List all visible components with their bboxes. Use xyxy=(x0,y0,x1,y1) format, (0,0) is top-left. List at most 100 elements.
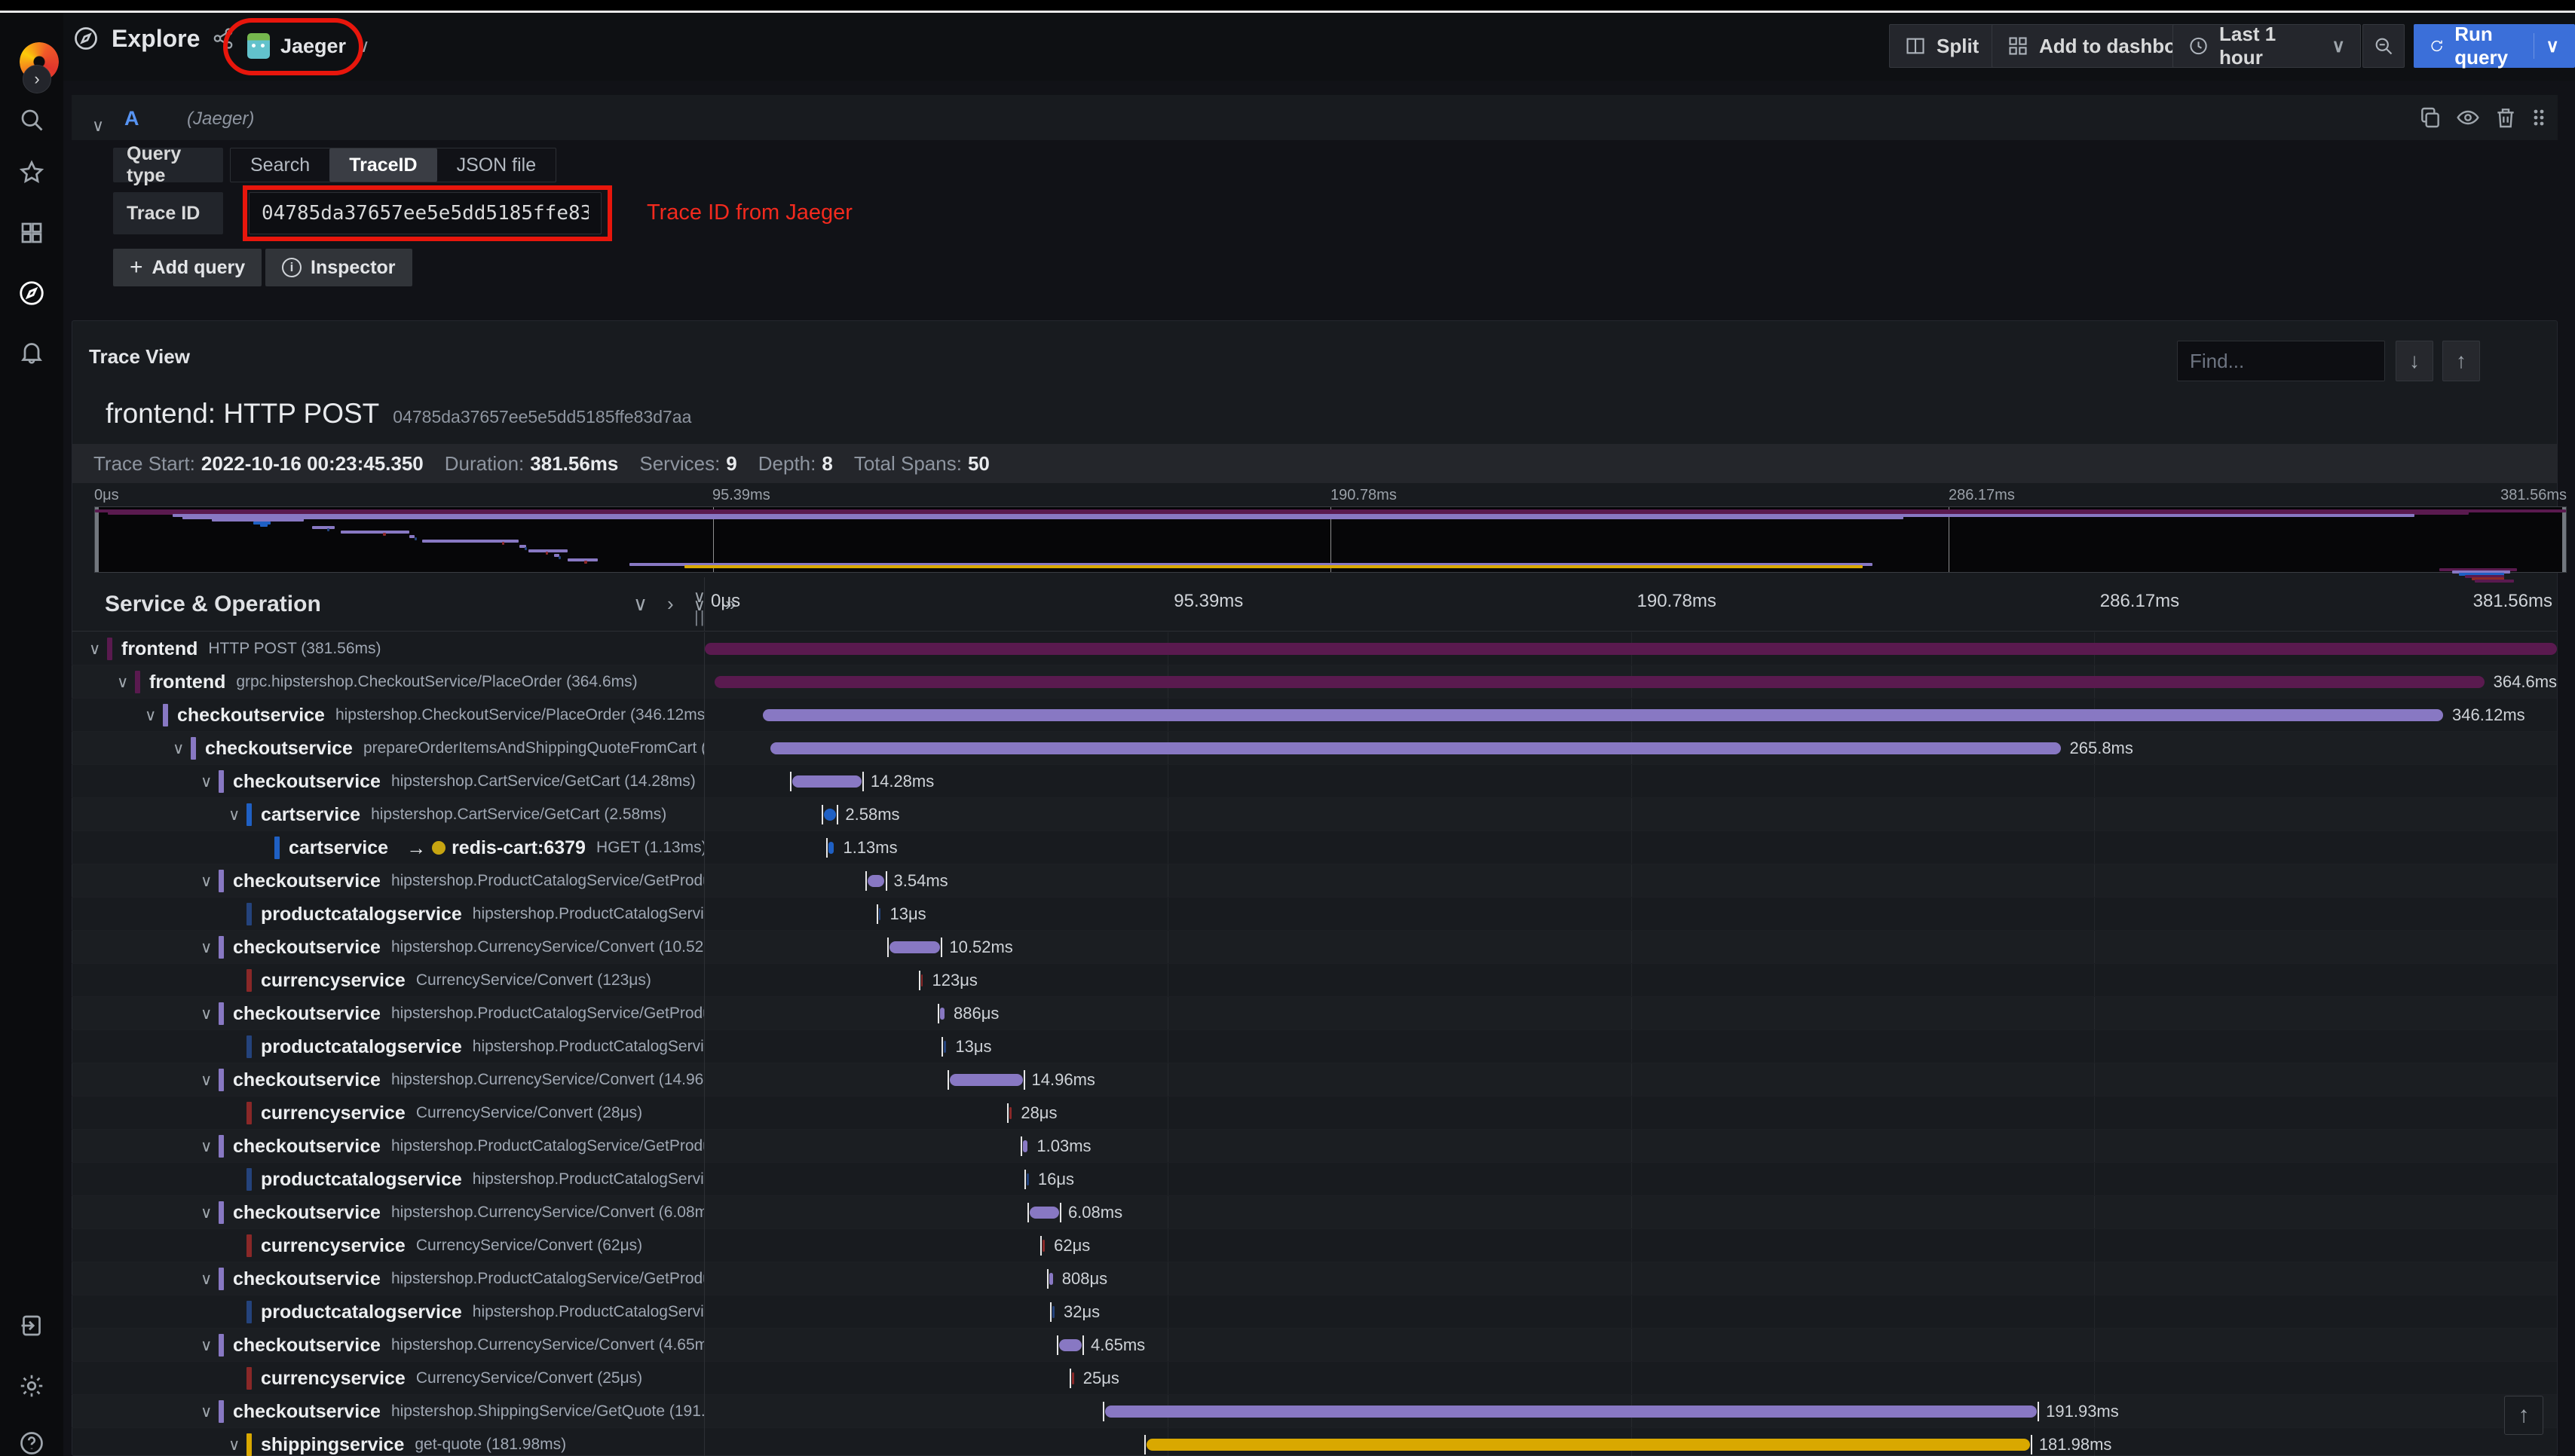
span-name-cell[interactable]: ∨ cartservice hipstershop.CartService/GetC… xyxy=(72,798,705,831)
drag-handle-icon[interactable] xyxy=(2527,106,2552,131)
span-timeline-cell[interactable]: 32μs xyxy=(705,1295,2557,1329)
span-name-cell[interactable]: ∨ checkoutservice prepareOrderItemsAndShip… xyxy=(72,732,705,765)
span-row[interactable]: ∨ checkoutservice hipstershop.CurrencyServ… xyxy=(72,1329,2557,1362)
span-name-cell[interactable]: ∨ shippingservice get-quote (181.98ms) xyxy=(72,1428,705,1456)
span-name-cell[interactable]: ∨ checkoutservice hipstershop.ShippingServ… xyxy=(72,1395,705,1428)
span-row[interactable]: ∨ checkoutservice prepareOrderItemsAndShip… xyxy=(72,732,2557,765)
span-timeline-cell[interactable]: 14.96ms xyxy=(705,1063,2557,1097)
span-name-cell[interactable]: ∨ checkoutservice hipstershop.CurrencyServ… xyxy=(72,931,705,964)
span-collapse-chevron-icon[interactable]: ∨ xyxy=(228,1436,246,1454)
span-duration-bar[interactable] xyxy=(1146,1439,2030,1451)
time-range-picker[interactable]: Last 1 hour ∨ xyxy=(2172,23,2361,69)
span-row[interactable]: ∨ checkoutservice hipstershop.CurrencyServ… xyxy=(72,931,2557,964)
scroll-to-top-button[interactable]: ↑ xyxy=(2504,1396,2543,1435)
span-duration-bar[interactable] xyxy=(889,941,941,953)
span-collapse-chevron-icon[interactable]: ∨ xyxy=(201,772,219,791)
span-name-cell[interactable]: productcatalogservice hipstershop.Product… xyxy=(72,1163,705,1196)
span-duration-bar[interactable] xyxy=(940,1008,945,1020)
span-duration-bar[interactable] xyxy=(878,908,881,920)
expand-one-icon[interactable]: › xyxy=(667,592,674,616)
tab-traceid[interactable]: TraceID xyxy=(329,148,437,182)
collapse-one-icon[interactable]: ∨ xyxy=(633,592,648,616)
span-name-cell[interactable]: cartservice → redis-cart:6379 HGET (1.13ms) xyxy=(72,831,705,864)
span-duration-bar[interactable] xyxy=(1009,1107,1012,1119)
find-input[interactable]: Find... xyxy=(2177,341,2385,381)
trace-id-input[interactable] xyxy=(249,192,602,234)
query-row-header[interactable] xyxy=(72,95,2558,140)
span-row[interactable]: currencyservice CurrencyService/Convert (… xyxy=(72,1229,2557,1262)
span-collapse-chevron-icon[interactable]: ∨ xyxy=(145,706,163,725)
span-timeline-cell[interactable]: 13μs xyxy=(705,1030,2557,1063)
split-button[interactable]: Split xyxy=(1889,24,1995,68)
span-row[interactable]: currencyservice CurrencyService/Convert (… xyxy=(72,1097,2557,1130)
span-row[interactable]: currencyservice CurrencyService/Convert (… xyxy=(72,1362,2557,1395)
span-name-cell[interactable]: ∨ frontend grpc.hipstershop.CheckoutServic… xyxy=(72,665,705,699)
span-timeline-cell[interactable]: 265.8ms xyxy=(705,732,2557,765)
span-row[interactable]: ∨ cartservice hipstershop.CartService/GetC… xyxy=(72,798,2557,831)
span-timeline-cell[interactable]: 28μs xyxy=(705,1097,2557,1130)
span-name-cell[interactable]: productcatalogservice hipstershop.Product… xyxy=(72,898,705,931)
span-name-cell[interactable]: ∨ checkoutservice hipstershop.ProductCatal… xyxy=(72,997,705,1030)
span-name-cell[interactable]: ∨ checkoutservice hipstershop.CartService/… xyxy=(72,765,705,798)
search-icon[interactable] xyxy=(17,105,47,135)
span-collapse-chevron-icon[interactable]: ∨ xyxy=(173,739,191,758)
inspector-button[interactable]: i Inspector xyxy=(265,249,412,286)
span-row[interactable]: ∨ checkoutservice hipstershop.CheckoutServ… xyxy=(72,699,2557,732)
span-duration-bar[interactable] xyxy=(1049,1273,1053,1285)
span-row[interactable]: ∨ frontend grpc.hipstershop.CheckoutServic… xyxy=(72,665,2557,699)
span-row[interactable]: ∨ checkoutservice hipstershop.CurrencyServ… xyxy=(72,1196,2557,1229)
span-duration-bar[interactable] xyxy=(1059,1339,1082,1351)
span-duration-bar[interactable] xyxy=(1029,1207,1059,1219)
query-ref-id[interactable]: A xyxy=(124,107,139,130)
span-timeline-cell[interactable]: 1.13ms xyxy=(705,831,2557,864)
span-row[interactable]: ∨ frontend HTTP POST (381.56ms) xyxy=(72,632,2557,665)
span-duration-bar[interactable] xyxy=(823,809,837,821)
span-row[interactable]: ∨ checkoutservice hipstershop.ShippingServ… xyxy=(72,1395,2557,1428)
span-name-cell[interactable]: productcatalogservice hipstershop.Product… xyxy=(72,1030,705,1063)
find-prev-button[interactable]: ↑ xyxy=(2442,341,2480,381)
tab-json-file[interactable]: JSON file xyxy=(437,148,556,182)
span-name-cell[interactable]: ∨ frontend HTTP POST (381.56ms) xyxy=(72,632,705,665)
minimap-drag-handle[interactable] xyxy=(2562,507,2566,572)
span-row[interactable]: ∨ checkoutservice hipstershop.CurrencyServ… xyxy=(72,1063,2557,1097)
span-timeline-cell[interactable]: 346.12ms xyxy=(705,699,2557,732)
span-timeline-cell[interactable]: 6.08ms xyxy=(705,1196,2557,1229)
span-name-cell[interactable]: productcatalogservice hipstershop.Product… xyxy=(72,1295,705,1329)
tab-search[interactable]: Search xyxy=(231,148,329,182)
datasource-picker[interactable]: Jaeger ∨ xyxy=(235,23,382,69)
span-timeline-cell[interactable]: 123μs xyxy=(705,964,2557,997)
span-timeline-cell[interactable] xyxy=(705,632,2557,665)
share-icon[interactable] xyxy=(212,27,234,50)
add-query-button[interactable]: + Add query xyxy=(113,249,262,286)
span-duration-bar[interactable] xyxy=(714,676,2485,688)
span-timeline-cell[interactable]: 181.98ms xyxy=(705,1428,2557,1456)
span-collapse-chevron-icon[interactable]: ∨ xyxy=(201,1137,219,1156)
span-duration-bar[interactable] xyxy=(1071,1372,1074,1384)
span-duration-bar[interactable] xyxy=(867,875,885,887)
span-timeline-cell[interactable]: 191.93ms xyxy=(705,1395,2557,1428)
span-collapse-chevron-icon[interactable]: ∨ xyxy=(201,1071,219,1090)
find-next-button[interactable]: ↓ xyxy=(2396,341,2433,381)
span-row[interactable]: productcatalogservice hipstershop.Product… xyxy=(72,898,2557,931)
span-timeline-cell[interactable]: 1.03ms xyxy=(705,1130,2557,1163)
span-name-cell[interactable]: ∨ checkoutservice hipstershop.CheckoutServ… xyxy=(72,699,705,732)
span-name-cell[interactable]: ∨ checkoutservice hipstershop.CurrencyServ… xyxy=(72,1063,705,1097)
span-timeline-cell[interactable]: 10.52ms xyxy=(705,931,2557,964)
span-row[interactable]: ∨ checkoutservice hipstershop.ProductCatal… xyxy=(72,1262,2557,1295)
span-row[interactable]: ∨ checkoutservice hipstershop.ProductCatal… xyxy=(72,1130,2557,1163)
span-row[interactable]: productcatalogservice hipstershop.Product… xyxy=(72,1295,2557,1329)
span-collapse-chevron-icon[interactable]: ∨ xyxy=(201,1005,219,1023)
span-collapse-chevron-icon[interactable]: ∨ xyxy=(201,1204,219,1222)
bell-icon[interactable] xyxy=(17,337,47,367)
span-row[interactable]: ∨ checkoutservice hipstershop.CartService/… xyxy=(72,765,2557,798)
span-name-cell[interactable]: ∨ checkoutservice hipstershop.ProductCatal… xyxy=(72,864,705,898)
span-collapse-chevron-icon[interactable]: ∨ xyxy=(201,938,219,957)
span-timeline-cell[interactable]: 25μs xyxy=(705,1362,2557,1395)
trace-minimap[interactable] xyxy=(94,506,2567,583)
span-name-cell[interactable]: currencyservice CurrencyService/Convert (… xyxy=(72,1229,705,1262)
span-duration-bar[interactable] xyxy=(1052,1306,1055,1318)
span-name-cell[interactable]: currencyservice CurrencyService/Convert (… xyxy=(72,1362,705,1395)
span-timeline-cell[interactable]: 364.6ms xyxy=(705,665,2557,699)
span-timeline-cell[interactable]: 13μs xyxy=(705,898,2557,931)
span-duration-bar[interactable] xyxy=(1105,1406,2038,1418)
